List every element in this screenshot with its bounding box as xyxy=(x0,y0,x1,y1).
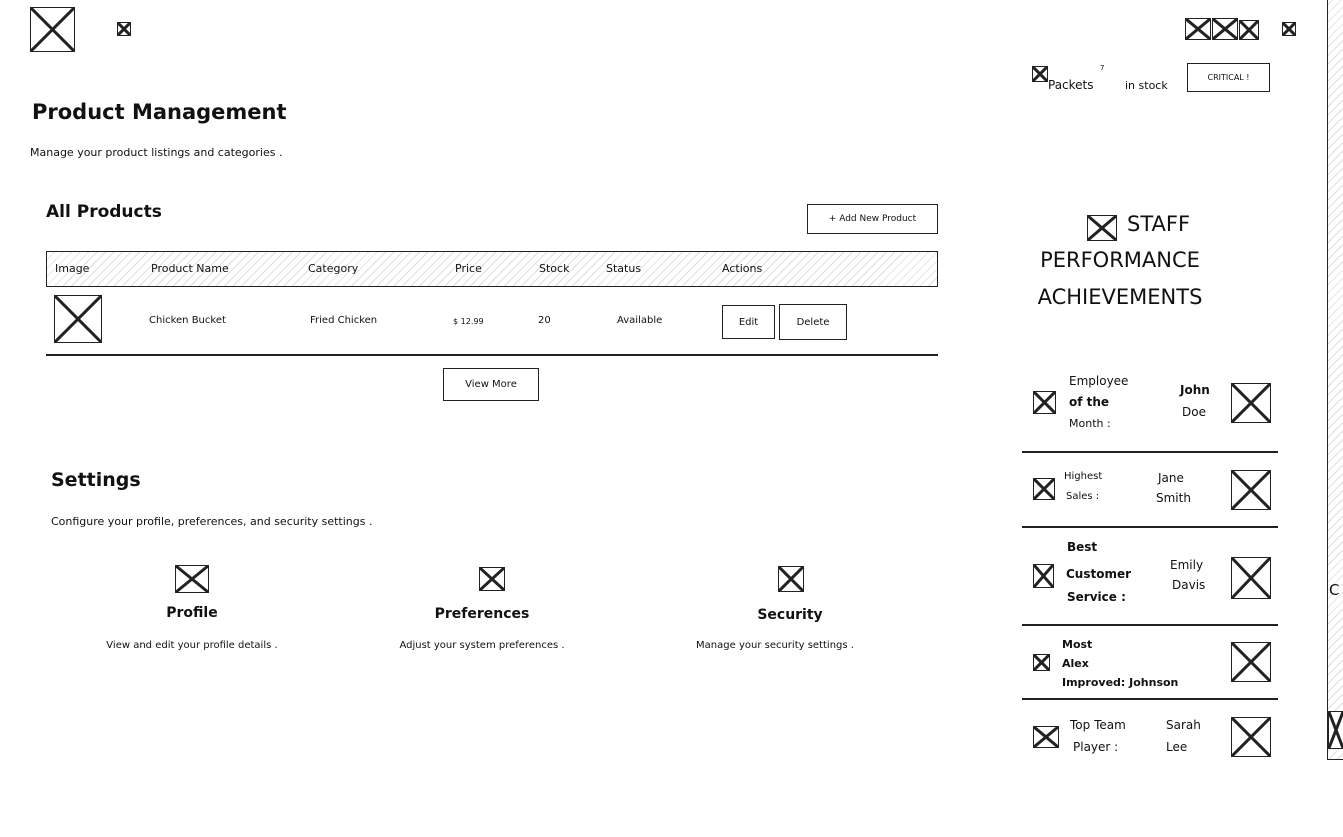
badge-icon xyxy=(1033,564,1054,588)
edge-panel xyxy=(1327,0,1343,760)
trophy-icon xyxy=(1087,215,1117,241)
achievement-label-line: of the xyxy=(1069,395,1110,409)
settings-card-title: Security xyxy=(757,607,823,623)
logo-icon[interactable] xyxy=(30,7,75,52)
message-icon[interactable] xyxy=(1212,18,1238,40)
column-header-actions: Actions xyxy=(722,262,763,275)
view-more-button[interactable]: View More xyxy=(443,368,539,401)
achievement-label-line: Improved: Johnson xyxy=(1062,676,1179,689)
stock-item-name: Packets xyxy=(1048,78,1094,92)
achievement-name-line: Jane xyxy=(1158,471,1184,485)
achievement-label-line: Best xyxy=(1067,540,1098,554)
column-header-status: Status xyxy=(606,262,642,275)
product-status: Available xyxy=(617,315,663,326)
staff-photo xyxy=(1231,717,1271,757)
achievement-label-line: Alex xyxy=(1062,657,1089,670)
achievement-name-line: John xyxy=(1180,383,1210,397)
table-divider xyxy=(46,354,938,356)
page-subtitle: Manage your product listings and categor… xyxy=(30,146,283,159)
add-product-button[interactable]: + Add New Product xyxy=(807,204,938,234)
stock-label: in stock xyxy=(1125,79,1168,92)
staff-photo xyxy=(1231,557,1271,599)
staff-title-line2: PERFORMANCE xyxy=(1040,248,1200,272)
achievement-label-line: Most xyxy=(1062,638,1093,651)
profile-icon[interactable] xyxy=(1282,22,1296,36)
cart-icon[interactable] xyxy=(1239,20,1259,40)
products-section-title: All Products xyxy=(46,202,162,222)
product-category: Fried Chicken xyxy=(310,315,378,326)
achievement-label-line: Top Team xyxy=(1070,718,1126,732)
settings-card-desc: Manage your security settings . xyxy=(696,640,854,651)
achievement-name-line: Davis xyxy=(1172,578,1206,592)
settings-card-desc: View and edit your profile details . xyxy=(106,640,278,651)
settings-card-title: Profile xyxy=(166,605,218,621)
staff-photo xyxy=(1231,642,1271,682)
edge-letter: C xyxy=(1329,581,1340,599)
product-name: Chicken Bucket xyxy=(149,315,226,326)
achievement-name-line: Emily xyxy=(1170,558,1204,572)
column-header-product-name: Product Name xyxy=(151,262,229,275)
settings-subtitle: Configure your profile, preferences, and… xyxy=(51,515,373,528)
packet-icon xyxy=(1032,66,1048,82)
column-header-price: Price xyxy=(455,262,482,275)
page-title: Product Management xyxy=(32,100,287,124)
column-header-image: Image xyxy=(55,262,90,275)
achievement-divider xyxy=(1022,624,1278,626)
edge-image xyxy=(1328,711,1343,749)
achievement-label-line: Month : xyxy=(1069,417,1111,430)
achievement-label-line: Customer xyxy=(1066,567,1132,581)
staff-photo xyxy=(1231,383,1271,423)
achievement-divider xyxy=(1022,698,1278,700)
staff-title-line1: STAFF xyxy=(1127,212,1191,236)
achievement-name-line: Smith xyxy=(1156,491,1191,505)
column-header-category: Category xyxy=(308,262,359,275)
achievement-label-line: Player : xyxy=(1073,740,1119,754)
edit-button[interactable]: Edit xyxy=(722,305,775,339)
achievement-divider xyxy=(1022,451,1278,453)
achievement-name-line: Lee xyxy=(1166,740,1188,754)
badge-icon xyxy=(1033,654,1050,671)
product-price: $ 12.99 xyxy=(453,317,484,326)
achievement-label-line: Employee xyxy=(1069,374,1129,388)
notification-icon[interactable] xyxy=(1185,18,1211,40)
badge-icon xyxy=(1033,391,1056,414)
achievement-label-line: Highest xyxy=(1064,471,1103,482)
security-icon xyxy=(778,566,804,592)
achievement-label-line: Sales : xyxy=(1066,491,1100,502)
achievement-label-line: Service : xyxy=(1067,590,1126,604)
stock-count: 7 xyxy=(1100,64,1105,72)
product-image xyxy=(54,295,102,343)
settings-title: Settings xyxy=(51,469,141,491)
profile-icon xyxy=(175,565,209,593)
achievement-name-line: Doe xyxy=(1182,405,1206,419)
product-stock: 20 xyxy=(538,315,551,326)
achievement-divider xyxy=(1022,526,1278,528)
preferences-icon xyxy=(479,567,505,591)
achievement-name-line: Sarah xyxy=(1166,718,1201,732)
critical-badge: CRITICAL ! xyxy=(1187,63,1270,92)
settings-card-title: Preferences xyxy=(434,606,530,622)
column-header-stock: Stock xyxy=(539,262,570,275)
settings-card-desc: Adjust your system preferences . xyxy=(399,640,565,651)
staff-title-line3: ACHIEVEMENTS xyxy=(1037,285,1203,309)
staff-photo xyxy=(1231,470,1271,510)
badge-icon xyxy=(1033,478,1055,500)
menu-icon[interactable] xyxy=(117,22,131,36)
delete-button[interactable]: Delete xyxy=(779,304,847,340)
badge-icon xyxy=(1033,726,1059,748)
